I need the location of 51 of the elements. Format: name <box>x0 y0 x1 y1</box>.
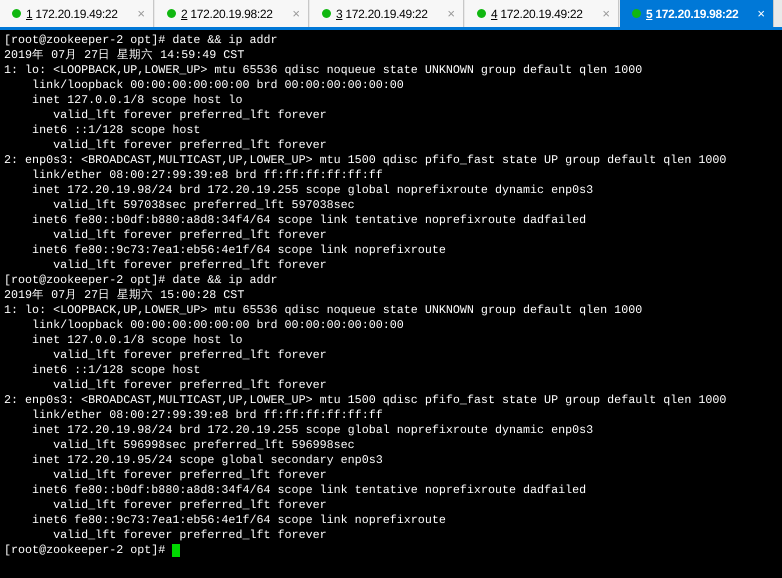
terminal-line: 1: lo: <LOOPBACK,UP,LOWER_UP> mtu 65536 qdisc noqueue state UNKNOWN group default qlen 1000 <box>4 303 642 318</box>
terminal-line: 2: enp0s3: <BROADCAST,MULTICAST,UP,LOWER_UP> mtu 1500 qdisc pfifo_fast state UP group default qlen 1000 <box>4 393 726 408</box>
terminal-line: inet 172.20.19.98/24 brd 172.20.19.255 scope global noprefixroute dynamic enp0s3 <box>31 423 594 438</box>
status-dot-icon <box>12 9 21 18</box>
session-tab[interactable]: 1 172.20.19.49:22 × <box>0 0 154 27</box>
terminal-line: link/loopback 00:00:00:00:00:00 brd 00:00:00:00:00:00 <box>31 318 404 333</box>
session-tab[interactable]: 2 172.20.19.98:22 × <box>155 0 309 27</box>
terminal-line: [root@zookeeper-2 opt]# <box>4 543 166 558</box>
terminal-line: inet6 fe80::b0df:b880:a8d8:34f4/64 scope link tentative noprefixroute dadfailed <box>31 483 586 498</box>
terminal-line: valid_lft forever preferred_lft forever <box>52 348 327 363</box>
terminal-line: [root@zookeeper-2 opt]# date && ip addr <box>4 273 278 288</box>
status-dot-icon <box>167 9 176 18</box>
terminal-line: valid_lft forever preferred_lft forever <box>52 138 327 153</box>
terminal-line: 2019年 07月 27日 星期六 15:00:28 CST <box>4 288 244 303</box>
terminal-line: 2: enp0s3: <BROADCAST,MULTICAST,UP,LOWER_UP> mtu 1500 qdisc pfifo_fast state UP group default qlen 1000 <box>4 153 726 168</box>
terminal-line: 2019年 07月 27日 星期六 14:59:49 CST <box>4 48 244 63</box>
session-tab[interactable]: 5 172.20.19.98:22 × <box>620 0 774 27</box>
terminal-line: [root@zookeeper-2 opt]# date && ip addr <box>4 33 278 48</box>
terminal-line: valid_lft forever preferred_lft forever <box>52 258 327 273</box>
terminal-line: inet6 ::1/128 scope host <box>31 123 200 138</box>
close-tab-button[interactable]: × <box>757 6 765 21</box>
terminal-line: valid_lft forever preferred_lft forever <box>52 468 327 483</box>
status-dot-icon <box>322 9 331 18</box>
terminal-line: valid_lft 596998sec preferred_lft 596998sec <box>52 438 355 453</box>
terminal-line: valid_lft forever preferred_lft forever <box>52 498 327 513</box>
terminal-line: inet 127.0.0.1/8 scope host lo <box>31 93 242 108</box>
terminal-line: link/ether 08:00:27:99:39:e8 brd ff:ff:ff:ff:ff:ff <box>31 408 383 423</box>
terminal-line: inet6 ::1/128 scope host <box>31 363 200 378</box>
status-dot-icon <box>477 9 486 18</box>
cursor-icon <box>172 544 180 557</box>
terminal-line: inet6 fe80::9c73:7ea1:eb56:4e1f/64 scope link noprefixroute <box>31 243 446 258</box>
session-tab[interactable]: 3 172.20.19.49:22 × <box>310 0 464 27</box>
terminal-line: inet6 fe80::9c73:7ea1:eb56:4e1f/64 scope link noprefixroute <box>31 513 446 528</box>
terminal-line: valid_lft 597038sec preferred_lft 597038sec <box>52 198 355 213</box>
terminal-line: valid_lft forever preferred_lft forever <box>52 108 327 123</box>
terminal-line: valid_lft forever preferred_lft forever <box>52 228 327 243</box>
close-tab-button[interactable]: × <box>447 6 455 21</box>
terminal-line: link/ether 08:00:27:99:39:e8 brd ff:ff:ff:ff:ff:ff <box>31 168 383 183</box>
terminal-line: inet6 fe80::b0df:b880:a8d8:34f4/64 scope link tentative noprefixroute dadfailed <box>31 213 586 228</box>
terminal-line: link/loopback 00:00:00:00:00:00 brd 00:00:00:00:00:00 <box>31 78 404 93</box>
terminal-line: inet 172.20.19.95/24 scope global secondary enp0s3 <box>31 453 383 468</box>
close-tab-button[interactable]: × <box>292 6 300 21</box>
session-tab[interactable]: 4 172.20.19.49:22 × <box>465 0 619 27</box>
close-tab-button[interactable]: × <box>137 6 145 21</box>
status-dot-icon <box>632 9 641 18</box>
terminal-line: valid_lft forever preferred_lft forever <box>52 528 327 543</box>
close-tab-button[interactable]: × <box>602 6 610 21</box>
terminal-line: 1: lo: <LOOPBACK,UP,LOWER_UP> mtu 65536 qdisc noqueue state UNKNOWN group default qlen 1000 <box>4 63 642 78</box>
terminal-line: inet 127.0.0.1/8 scope host lo <box>31 333 242 348</box>
terminal-line: valid_lft forever preferred_lft forever <box>52 378 327 393</box>
terminal-line: inet 172.20.19.98/24 brd 172.20.19.255 scope global noprefixroute dynamic enp0s3 <box>31 183 594 198</box>
